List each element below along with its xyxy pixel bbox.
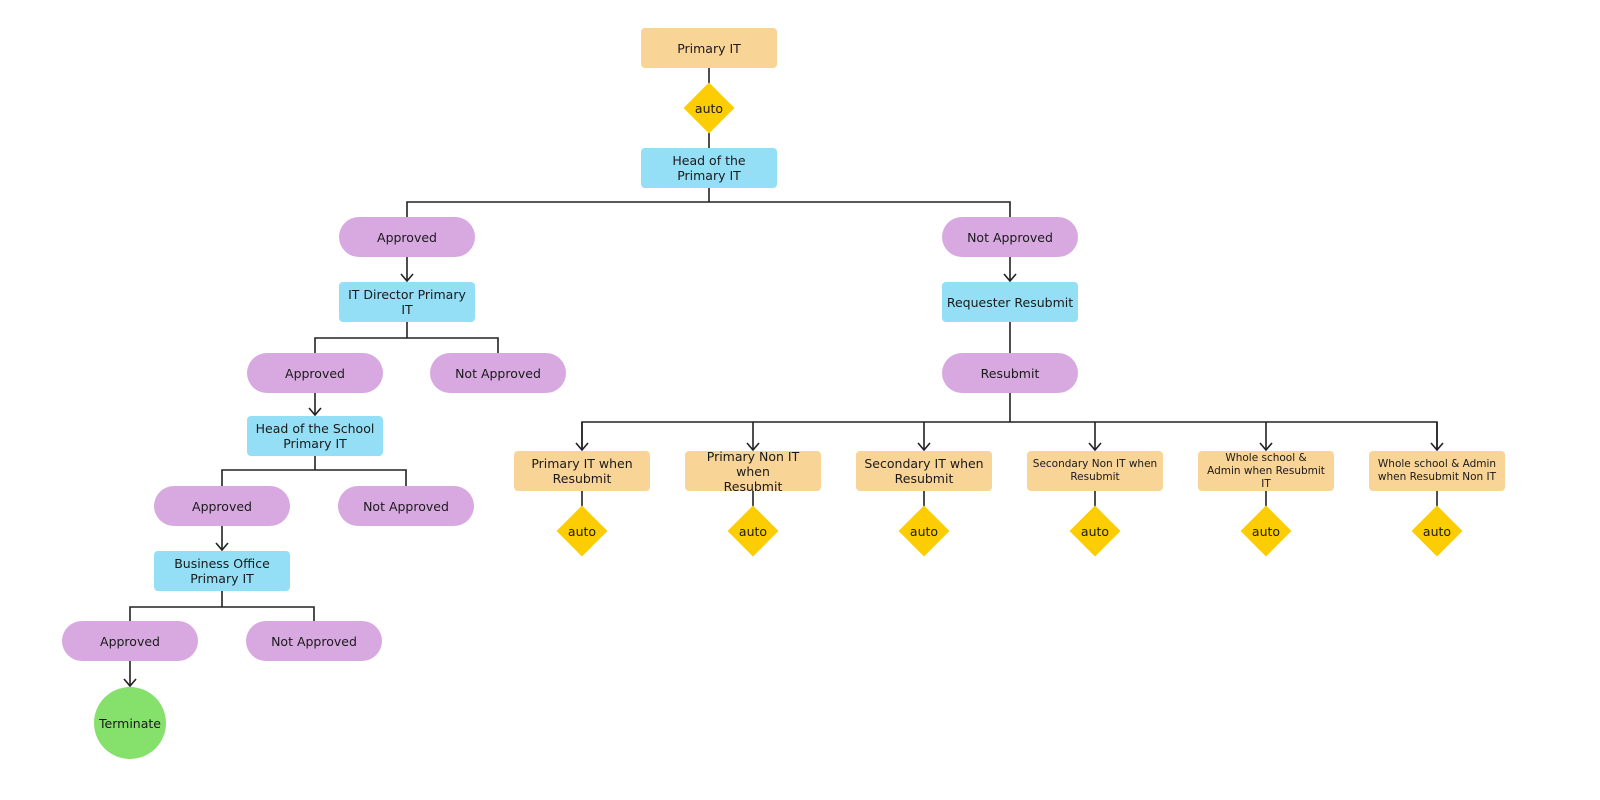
branch-head-primary	[406, 201, 1011, 217]
decision-approved-3[interactable]: Approved	[154, 486, 290, 526]
auto-label[interactable]: auto	[683, 98, 735, 118]
node-primary-it[interactable]: Primary IT	[641, 28, 777, 68]
auto-label[interactable]: auto	[727, 521, 779, 541]
node-resubmit-target[interactable]: Whole school & Admin when Resubmit IT	[1198, 451, 1334, 491]
decision-resubmit[interactable]: Resubmit	[942, 353, 1078, 393]
node-business-office[interactable]: Business Office Primary IT	[154, 551, 290, 591]
decision-not-approved-3[interactable]: Not Approved	[338, 486, 474, 526]
branch-it-director	[314, 337, 499, 353]
decision-not-approved-2[interactable]: Not Approved	[430, 353, 566, 393]
decision-approved-1[interactable]: Approved	[339, 217, 475, 257]
decision-approved-2[interactable]: Approved	[247, 353, 383, 393]
branch-resubmit	[581, 421, 1438, 450]
auto-label[interactable]: auto	[1411, 521, 1463, 541]
node-requester-resubmit[interactable]: Requester Resubmit	[942, 282, 1078, 322]
auto-label[interactable]: auto	[556, 521, 608, 541]
node-head-primary-it[interactable]: Head of the Primary IT	[641, 148, 777, 188]
decision-approved-4[interactable]: Approved	[62, 621, 198, 661]
node-head-school[interactable]: Head of the School Primary IT	[247, 416, 383, 456]
node-resubmit-target[interactable]: Secondary Non IT when Resubmit	[1027, 451, 1163, 491]
auto-label[interactable]: auto	[898, 521, 950, 541]
decision-not-approved-1[interactable]: Not Approved	[942, 217, 1078, 257]
node-terminate[interactable]: Terminate	[94, 687, 166, 759]
branch-head-school	[221, 469, 407, 486]
branch-business-office	[129, 606, 315, 621]
connectors	[123, 68, 1444, 688]
node-it-director[interactable]: IT Director Primary IT	[339, 282, 475, 322]
node-resubmit-target[interactable]: Secondary IT when Resubmit	[856, 451, 992, 491]
auto-label[interactable]: auto	[1240, 521, 1292, 541]
node-resubmit-target[interactable]: Whole school & Admin when Resubmit Non I…	[1369, 451, 1505, 491]
node-resubmit-target[interactable]: Primary IT when Resubmit	[514, 451, 650, 491]
workflow-diagram: Primary IT auto Head of the Primary IT A…	[0, 0, 1600, 800]
auto-label[interactable]: auto	[1069, 521, 1121, 541]
node-resubmit-target[interactable]: Primary Non IT when Resubmit	[685, 449, 821, 494]
decision-not-approved-4[interactable]: Not Approved	[246, 621, 382, 661]
